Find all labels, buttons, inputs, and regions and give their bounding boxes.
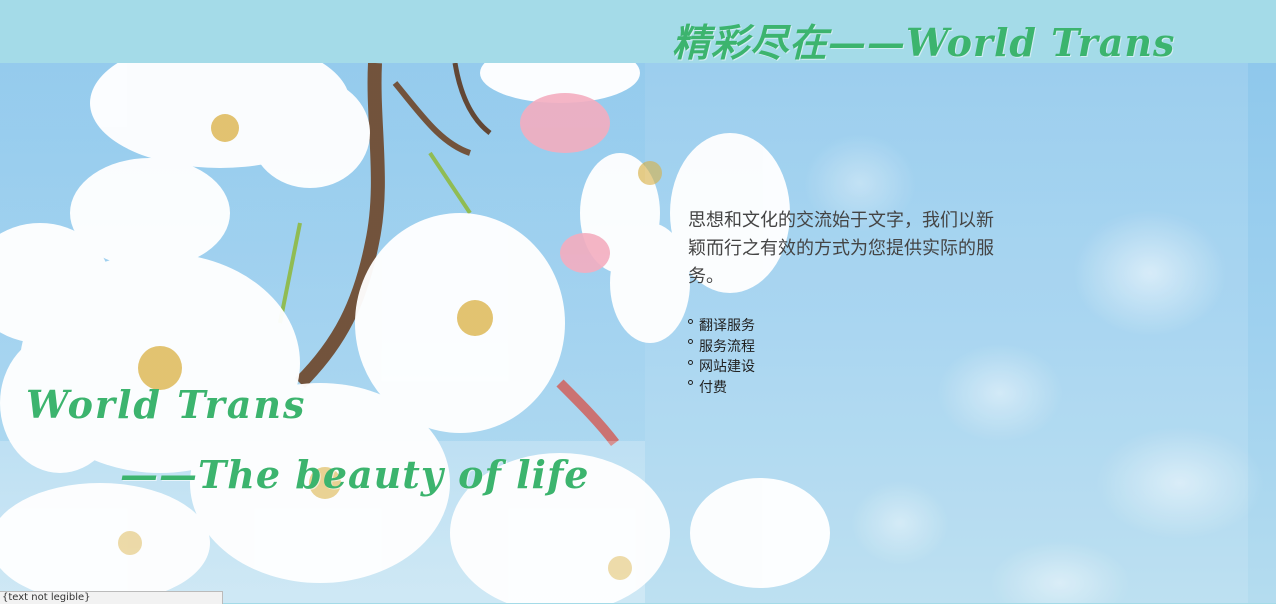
menu-item-label: 付费 bbox=[699, 379, 727, 396]
menu-item-translation[interactable]: 翻译服务 bbox=[688, 316, 755, 337]
service-menu: 翻译服务 服务流程 网站建设 付费 bbox=[688, 316, 755, 398]
menu-item-payment[interactable]: 付费 bbox=[688, 378, 755, 399]
menu-item-label: 网站建设 bbox=[699, 359, 755, 375]
bullet-icon bbox=[688, 318, 693, 324]
menu-item-website[interactable]: 网站建设 bbox=[688, 357, 755, 378]
page-headline: 精彩尽在——World Trans bbox=[672, 20, 1176, 65]
menu-item-process[interactable]: 服务流程 bbox=[688, 337, 755, 358]
menu-item-label: 服务流程 bbox=[699, 338, 755, 355]
bullet-icon bbox=[688, 339, 693, 345]
slogan-subtitle: ——The beauty of life bbox=[120, 452, 590, 497]
intro-text: 思想和文化的交流始于文字，我们以新颖而行之有效的方式为您提供实际的服务。 bbox=[688, 210, 994, 287]
browser-status-bar: {text not legible} bbox=[0, 591, 223, 604]
hero-banner bbox=[0, 63, 1276, 603]
bullet-icon bbox=[688, 359, 693, 365]
slogan-title: World Trans bbox=[26, 382, 307, 427]
bullet-icon bbox=[688, 380, 693, 386]
menu-item-label: 翻译服务 bbox=[699, 318, 755, 334]
